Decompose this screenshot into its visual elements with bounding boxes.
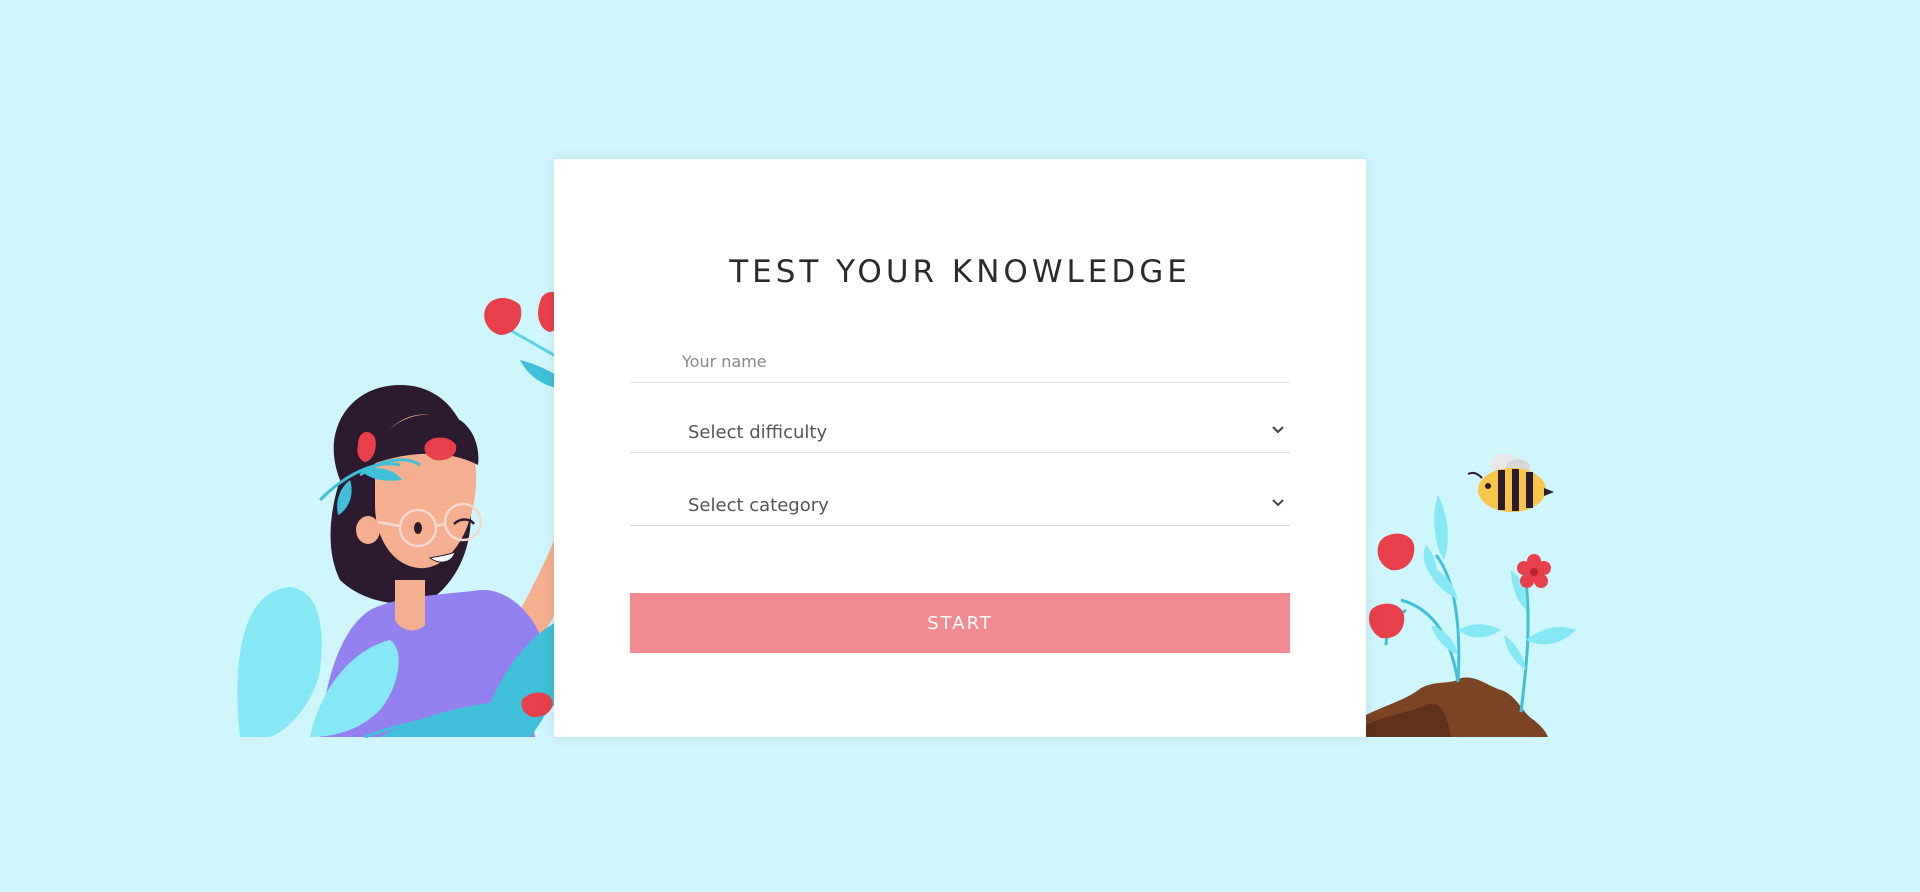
category-select-label: Select category xyxy=(688,495,829,516)
category-select[interactable]: Select category xyxy=(630,479,1290,526)
chevron-down-icon xyxy=(1272,426,1284,434)
quiz-card: TEST YOUR KNOWLEDGE Select difficulty Se… xyxy=(554,159,1366,737)
page-title: TEST YOUR KNOWLEDGE xyxy=(729,254,1191,290)
bee-and-flowers-illustration xyxy=(1366,454,1576,737)
difficulty-select[interactable]: Select difficulty xyxy=(630,406,1290,453)
start-button[interactable]: START xyxy=(630,593,1290,653)
name-field xyxy=(630,344,1290,383)
difficulty-select-label: Select difficulty xyxy=(688,422,828,443)
name-input[interactable] xyxy=(682,352,1242,371)
chevron-down-icon xyxy=(1272,499,1284,507)
